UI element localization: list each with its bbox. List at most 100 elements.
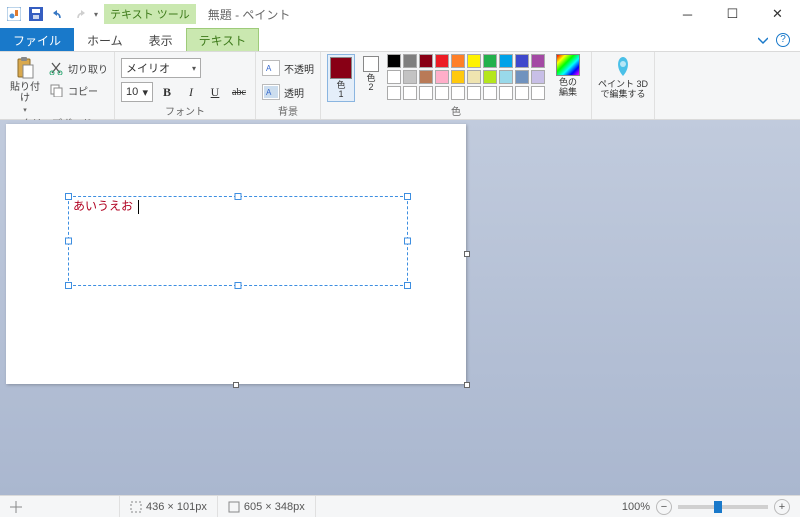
bold-button[interactable]: B bbox=[157, 82, 177, 102]
workspace[interactable]: あいうえお bbox=[0, 120, 800, 495]
palette-swatch[interactable] bbox=[531, 54, 545, 68]
ribbon-collapse-icon[interactable]: ? bbox=[748, 28, 800, 51]
palette-swatch[interactable] bbox=[435, 54, 449, 68]
copy-button[interactable]: コピー bbox=[48, 80, 108, 100]
textbox-handle[interactable] bbox=[235, 282, 242, 289]
textbox-handle[interactable] bbox=[65, 282, 72, 289]
tab-home[interactable]: ホーム bbox=[74, 28, 136, 51]
palette-swatch[interactable] bbox=[387, 70, 401, 84]
palette-swatch[interactable] bbox=[531, 70, 545, 84]
color-palette bbox=[387, 54, 545, 100]
zoom-slider[interactable] bbox=[678, 505, 768, 509]
textbox-handle[interactable] bbox=[404, 282, 411, 289]
textbox-handle[interactable] bbox=[404, 238, 411, 245]
chevron-down-icon: ▾ bbox=[23, 106, 27, 114]
statusbar: 436 × 101px 605 × 348px 100% − + bbox=[0, 495, 800, 517]
cut-icon bbox=[48, 60, 64, 76]
zoom-thumb[interactable] bbox=[714, 501, 722, 513]
window-controls: ─ ☐ ✕ bbox=[665, 0, 800, 28]
opaque-option[interactable]: A 不透明 bbox=[262, 58, 314, 78]
transparent-option[interactable]: A 透明 bbox=[262, 82, 304, 102]
color1-button[interactable]: 色 1 bbox=[327, 54, 355, 102]
italic-button[interactable]: I bbox=[181, 82, 201, 102]
paste-label: 貼り付け bbox=[6, 82, 44, 104]
palette-swatch[interactable] bbox=[435, 86, 449, 100]
edit-colors-button[interactable]: 色の 編集 bbox=[551, 54, 585, 98]
transparent-icon: A bbox=[262, 84, 280, 100]
palette-swatch[interactable] bbox=[515, 70, 529, 84]
tab-file[interactable]: ファイル bbox=[0, 28, 74, 51]
palette-swatch[interactable] bbox=[483, 70, 497, 84]
font-size-value: 10 bbox=[126, 86, 138, 98]
underline-button[interactable]: U bbox=[205, 82, 225, 102]
cut-button[interactable]: 切り取り bbox=[48, 58, 108, 78]
minimize-button[interactable]: ─ bbox=[665, 0, 710, 28]
textbox-handle[interactable] bbox=[65, 193, 72, 200]
tab-view[interactable]: 表示 bbox=[136, 28, 186, 51]
palette-swatch[interactable] bbox=[419, 54, 433, 68]
text-edit-box[interactable]: あいうえお bbox=[68, 196, 408, 286]
strikethrough-button[interactable]: abc bbox=[229, 82, 249, 102]
help-icon[interactable]: ? bbox=[776, 33, 790, 47]
palette-swatch[interactable] bbox=[467, 86, 481, 100]
color2-swatch bbox=[363, 56, 379, 72]
palette-swatch[interactable] bbox=[531, 86, 545, 100]
transparent-label: 透明 bbox=[284, 85, 304, 100]
group-clipboard: 貼り付け ▾ 切り取り コピー クリップボード bbox=[0, 52, 115, 119]
undo-icon[interactable] bbox=[50, 6, 66, 22]
canvas-resize-handle[interactable] bbox=[233, 382, 239, 388]
palette-swatch[interactable] bbox=[387, 54, 401, 68]
palette-swatch[interactable] bbox=[403, 54, 417, 68]
font-size-select[interactable]: 10 ▾ bbox=[121, 82, 153, 102]
copy-label: コピー bbox=[68, 83, 98, 98]
selection-size-value: 436 × 101px bbox=[146, 501, 207, 513]
palette-swatch[interactable] bbox=[435, 70, 449, 84]
canvas-resize-handle[interactable] bbox=[464, 382, 470, 388]
palette-swatch[interactable] bbox=[451, 70, 465, 84]
opaque-icon: A bbox=[262, 60, 280, 76]
qat-customize-icon[interactable]: ▾ bbox=[94, 10, 98, 19]
close-button[interactable]: ✕ bbox=[755, 0, 800, 28]
palette-swatch[interactable] bbox=[499, 70, 513, 84]
palette-swatch[interactable] bbox=[467, 54, 481, 68]
palette-swatch[interactable] bbox=[483, 86, 497, 100]
palette-swatch[interactable] bbox=[403, 86, 417, 100]
palette-swatch[interactable] bbox=[515, 54, 529, 68]
palette-swatch[interactable] bbox=[499, 86, 513, 100]
palette-swatch[interactable] bbox=[499, 54, 513, 68]
palette-swatch[interactable] bbox=[451, 86, 465, 100]
palette-swatch[interactable] bbox=[451, 54, 465, 68]
color2-label: 色 2 bbox=[366, 74, 375, 92]
group-font: メイリオ ▾ 10 ▾ B I U abc フォント bbox=[115, 52, 256, 119]
palette-swatch[interactable] bbox=[387, 86, 401, 100]
redo-icon[interactable] bbox=[72, 6, 88, 22]
textbox-handle[interactable] bbox=[404, 193, 411, 200]
color2-button[interactable]: 色 2 bbox=[361, 54, 381, 94]
tab-text[interactable]: テキスト bbox=[186, 28, 260, 51]
palette-swatch[interactable] bbox=[483, 54, 497, 68]
zoom-in-button[interactable]: + bbox=[774, 499, 790, 515]
palette-swatch[interactable] bbox=[467, 70, 481, 84]
save-icon[interactable] bbox=[28, 6, 44, 22]
paste-button[interactable]: 貼り付け ▾ bbox=[6, 54, 44, 114]
group-font-label: フォント bbox=[121, 102, 249, 120]
palette-swatch[interactable] bbox=[403, 70, 417, 84]
window-title: 無題 - ペイント bbox=[208, 6, 291, 23]
chevron-down-icon: ▾ bbox=[142, 86, 148, 99]
paint3d-icon bbox=[610, 54, 636, 80]
paint3d-button[interactable]: ペイント 3D で編集する bbox=[598, 54, 648, 100]
palette-swatch[interactable] bbox=[419, 70, 433, 84]
group-paint3d: ペイント 3D で編集する bbox=[592, 52, 655, 119]
zoom-out-button[interactable]: − bbox=[656, 499, 672, 515]
canvas-resize-handle[interactable] bbox=[464, 251, 470, 257]
titlebar: ▾ テキスト ツール 無題 - ペイント ─ ☐ ✕ bbox=[0, 0, 800, 28]
textbox-handle[interactable] bbox=[235, 193, 242, 200]
font-family-select[interactable]: メイリオ ▾ bbox=[121, 58, 201, 78]
canvas[interactable]: あいうえお bbox=[6, 124, 466, 384]
maximize-button[interactable]: ☐ bbox=[710, 0, 755, 28]
filesize-cell bbox=[316, 496, 622, 517]
app-icon bbox=[6, 6, 22, 22]
textbox-handle[interactable] bbox=[65, 238, 72, 245]
palette-swatch[interactable] bbox=[515, 86, 529, 100]
palette-swatch[interactable] bbox=[419, 86, 433, 100]
